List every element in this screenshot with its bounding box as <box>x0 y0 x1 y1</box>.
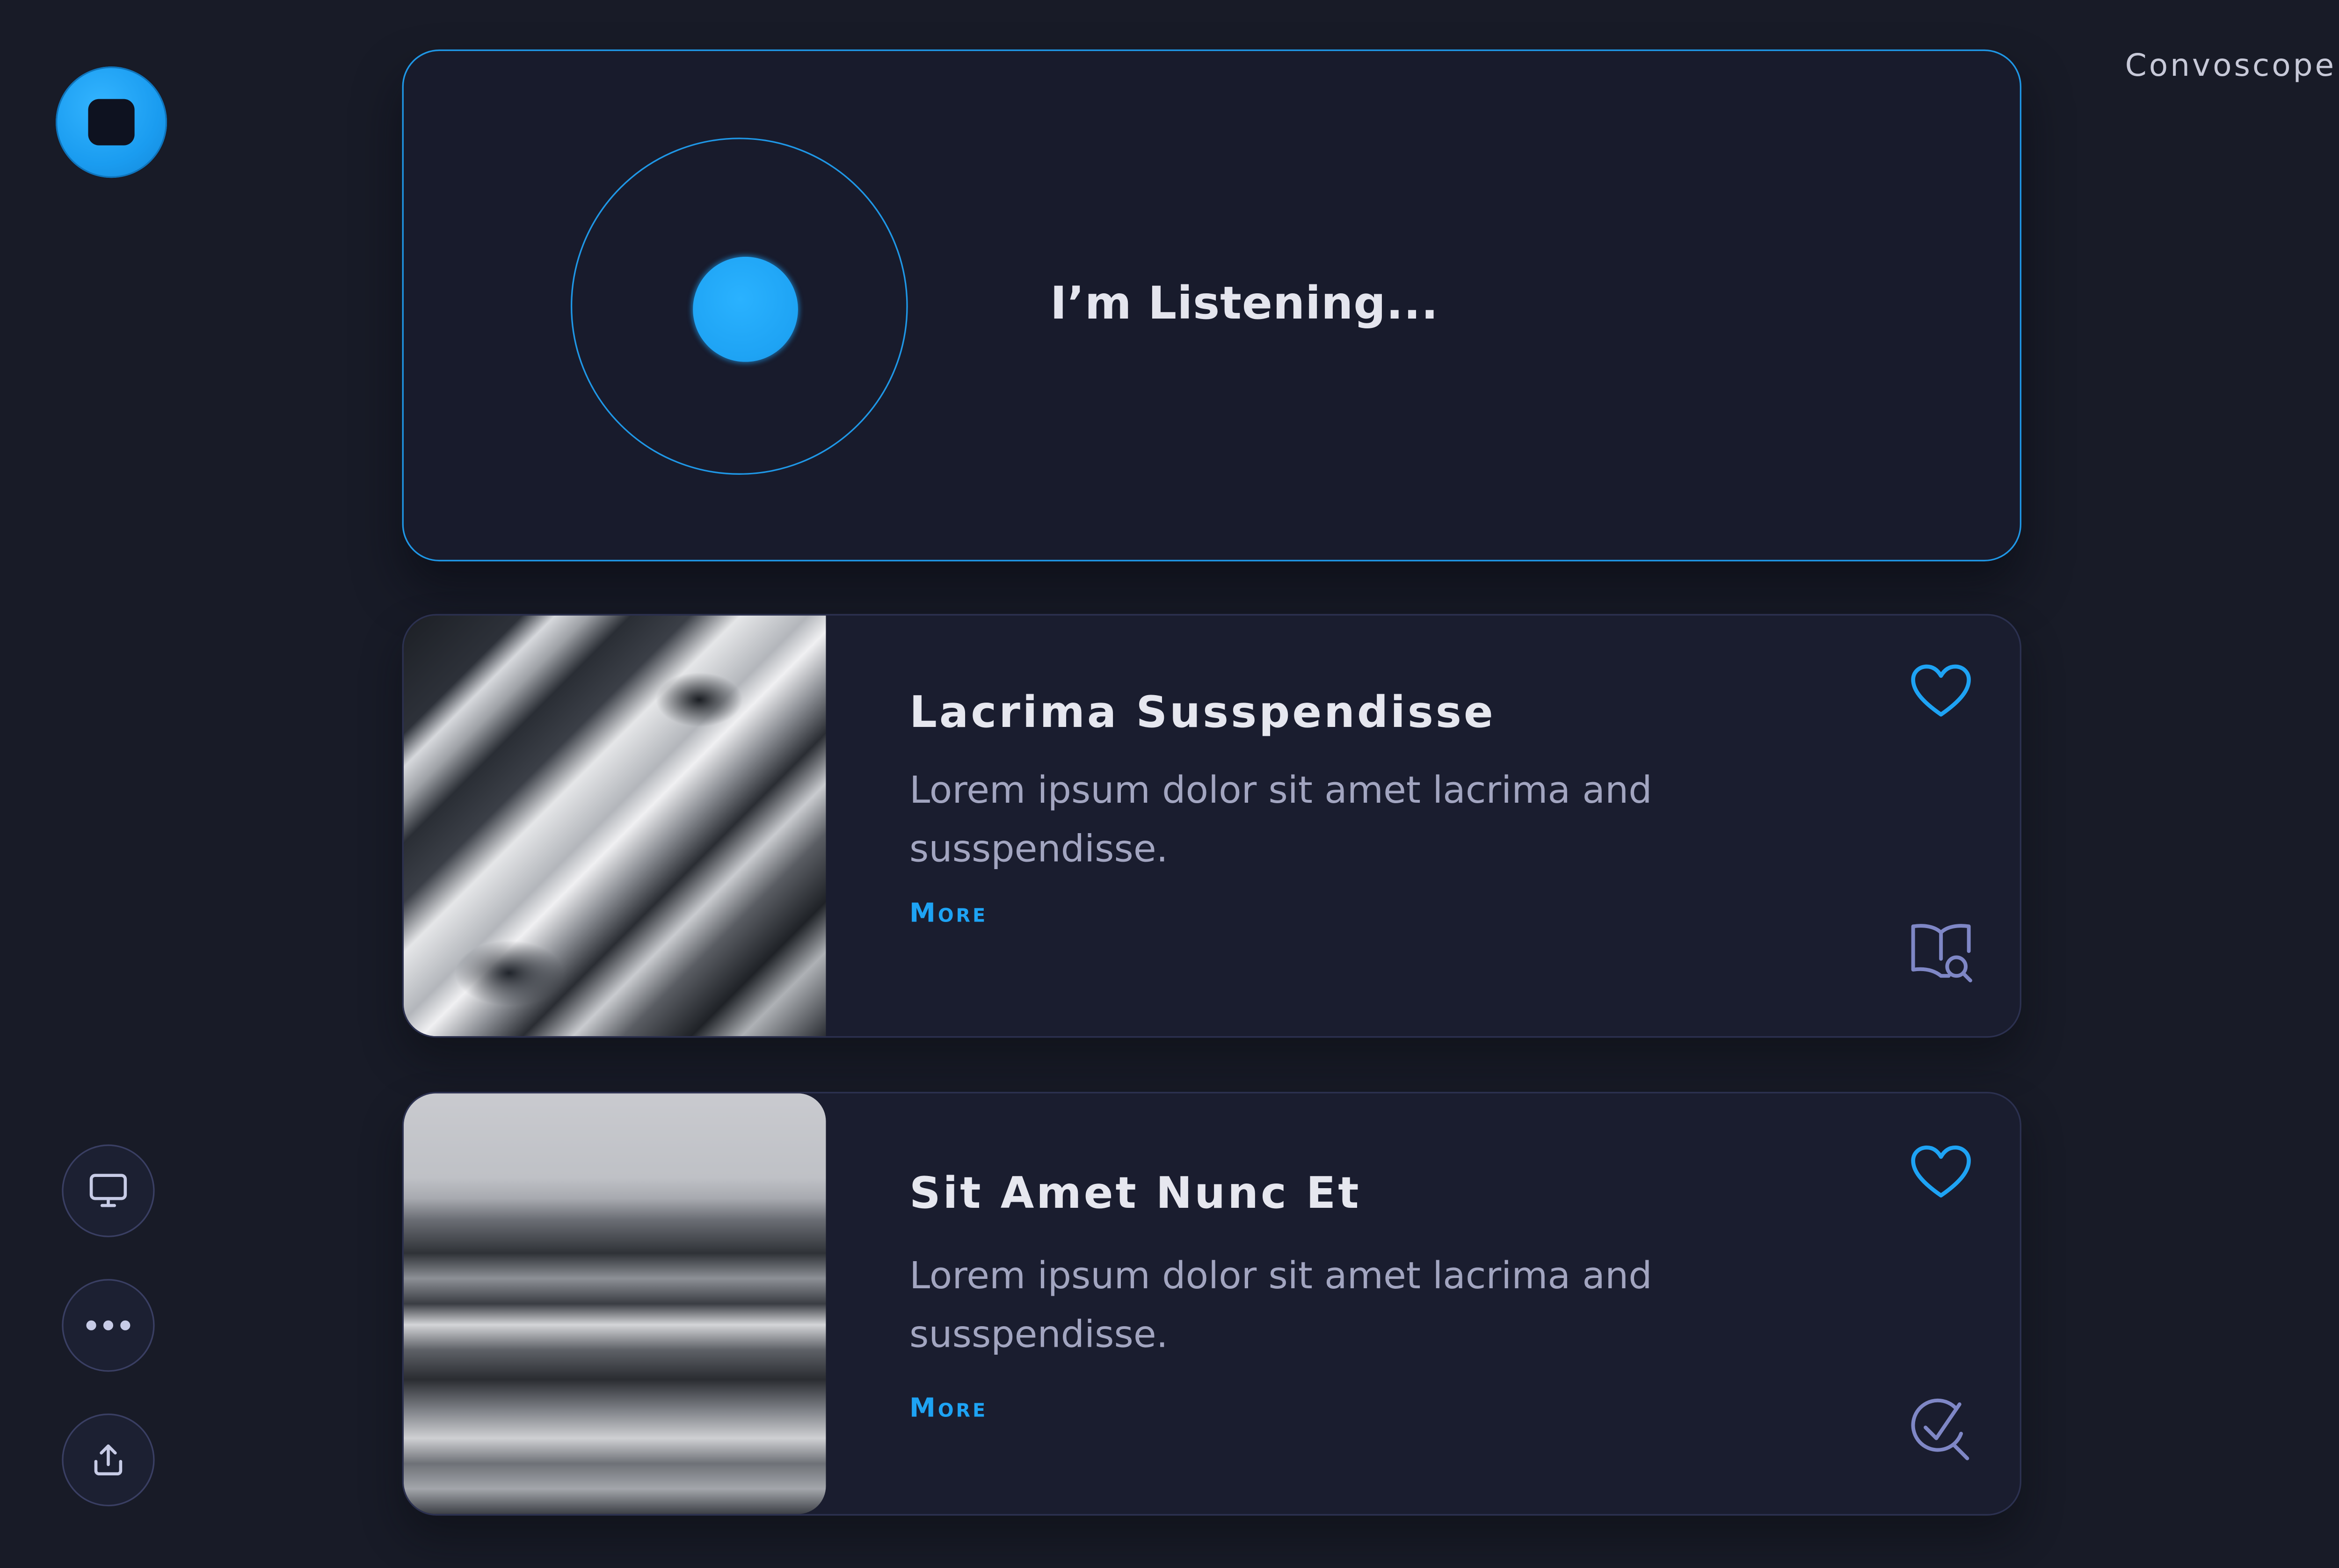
stop-icon <box>88 99 135 145</box>
brand-name: Convoscope <box>2125 46 2337 84</box>
heart-icon[interactable] <box>1909 1143 1974 1202</box>
card-thumbnail-ocean-wave-photo <box>403 1093 826 1514</box>
more-link[interactable]: More <box>909 1394 988 1424</box>
result-card[interactable]: Sit Amet Nunc Et Lorem ipsum dolor sit a… <box>402 1092 2022 1516</box>
card-thumbnail-marble-photo <box>403 615 826 1037</box>
more-link[interactable]: More <box>909 899 988 929</box>
card-description: Lorem ipsum dolor sit amet lacrima and s… <box>909 769 1652 871</box>
listening-card: I’m Listening... <box>402 49 2022 562</box>
heart-icon[interactable] <box>1909 662 1974 721</box>
card-description: Lorem ipsum dolor sit amet lacrima and s… <box>909 1254 1652 1357</box>
card-title: Sit Amet Nunc Et <box>909 1168 1361 1219</box>
more-options-button[interactable] <box>62 1279 155 1372</box>
screen-button[interactable] <box>62 1144 155 1237</box>
stop-listening-button[interactable] <box>56 66 167 178</box>
more-icon <box>86 1320 131 1330</box>
share-icon <box>94 1444 123 1476</box>
listening-status: I’m Listening... <box>1050 276 1439 330</box>
listening-indicator-ring <box>570 138 908 475</box>
check-search-icon[interactable] <box>1909 1396 1974 1461</box>
book-search-icon[interactable] <box>1909 920 1974 985</box>
result-card[interactable]: Lacrima Susspendisse Lorem ipsum dolor s… <box>402 614 2022 1038</box>
listening-pulse-icon <box>693 256 798 362</box>
card-title: Lacrima Susspendisse <box>909 686 1496 738</box>
app-window: Convoscope I’m Listening... Lacrima Suss… <box>0 0 2339 1568</box>
monitor-icon <box>89 1174 127 1207</box>
share-button[interactable] <box>62 1413 155 1507</box>
